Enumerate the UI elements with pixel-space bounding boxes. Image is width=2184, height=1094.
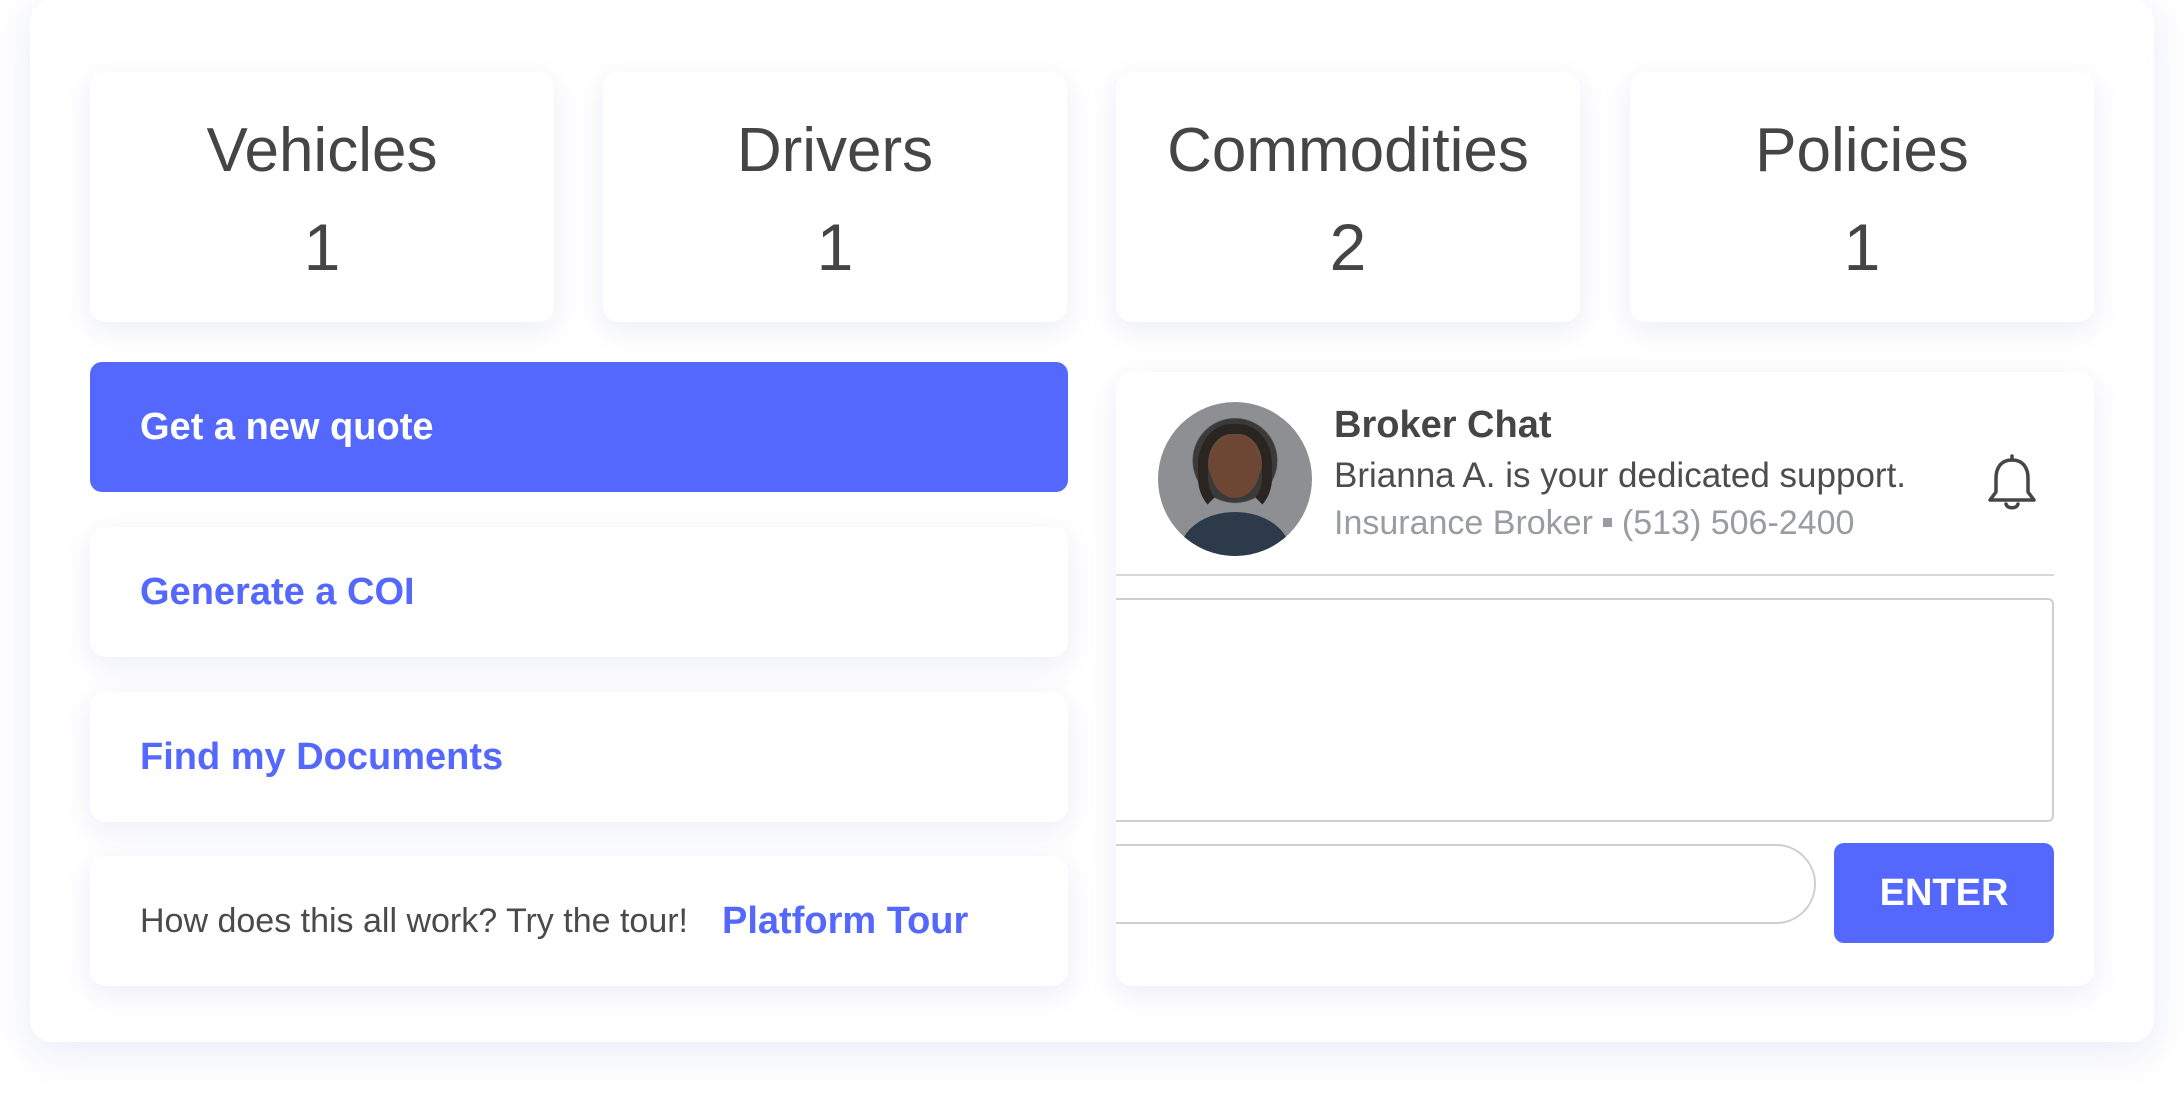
find-documents-button[interactable]: Find my Documents	[90, 692, 1068, 822]
broker-chat-card: Broker Chat Brianna A. is your dedicated…	[1116, 372, 2094, 986]
stat-card-drivers[interactable]: Drivers 1	[603, 72, 1067, 322]
chat-message-input[interactable]	[1116, 844, 1816, 924]
stat-label: Commodities	[1167, 116, 1529, 185]
get-new-quote-button[interactable]: Get a new quote	[90, 362, 1068, 492]
chat-title: Broker Chat	[1334, 404, 1552, 446]
stat-label: Vehicles	[206, 116, 438, 185]
broker-phone: (513) 506-2400	[1621, 504, 1855, 542]
stat-value: 2	[1329, 210, 1367, 284]
broker-contact: Insurance Broker (513) 506-2400	[1334, 504, 1854, 543]
stat-card-vehicles[interactable]: Vehicles 1	[90, 72, 554, 322]
generate-coi-button[interactable]: Generate a COI	[90, 527, 1068, 657]
enter-button[interactable]: ENTER	[1834, 843, 2054, 943]
stat-label: Policies	[1755, 116, 1969, 185]
stat-value: 1	[816, 210, 854, 284]
chat-messages-area[interactable]	[1116, 598, 2054, 822]
chat-divider	[1116, 574, 2054, 576]
avatar	[1158, 402, 1312, 556]
chat-subtitle: Brianna A. is your dedicated support.	[1334, 456, 1907, 495]
stat-value: 1	[303, 210, 341, 284]
stat-label: Drivers	[736, 116, 934, 185]
stat-card-policies[interactable]: Policies 1	[1630, 72, 2094, 322]
platform-tour-link[interactable]: Platform Tour	[722, 900, 968, 943]
tour-prompt: How does this all work? Try the tour!	[140, 901, 689, 940]
stat-card-commodities[interactable]: Commodities 2	[1116, 72, 1580, 322]
stat-value: 1	[1843, 210, 1881, 284]
platform-tour-card: How does this all work? Try the tour! Pl…	[90, 856, 1068, 986]
broker-role: Insurance Broker	[1334, 504, 1593, 542]
separator-dot	[1602, 517, 1612, 527]
bell-icon[interactable]	[1984, 454, 2040, 514]
